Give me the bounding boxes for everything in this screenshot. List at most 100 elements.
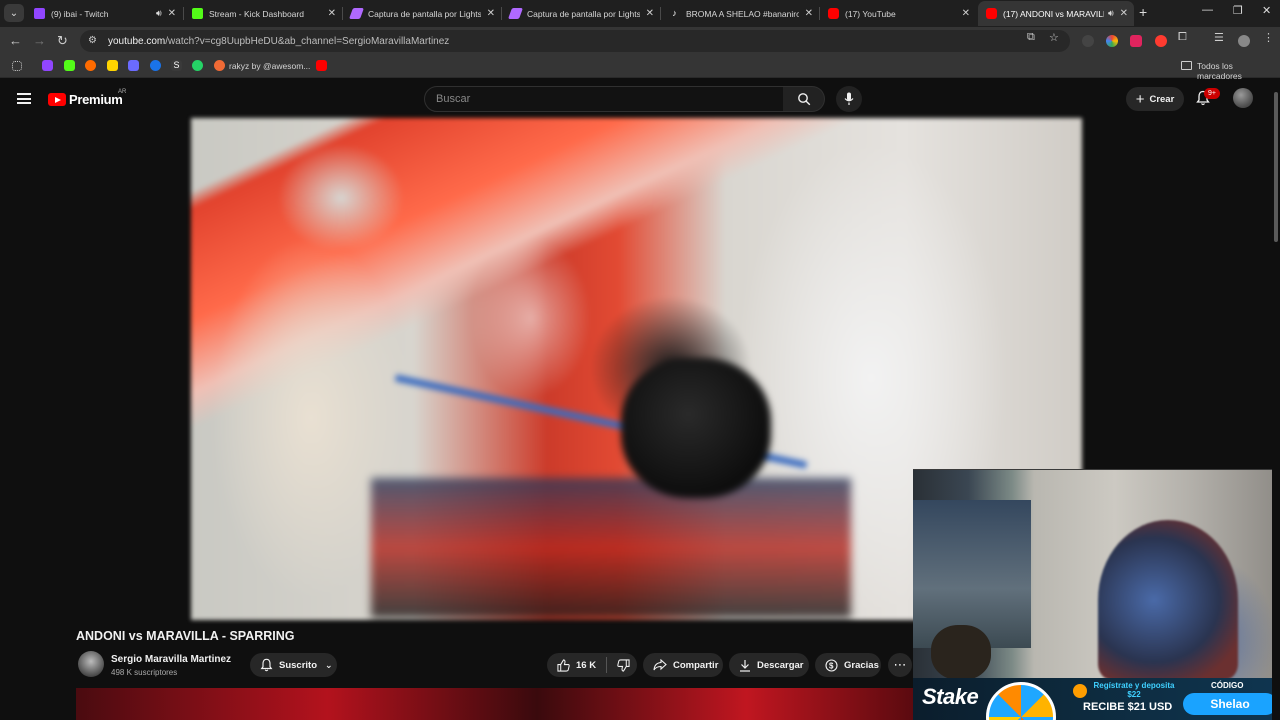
tab-title: Stream - Kick Dashboard [209, 8, 304, 19]
extension-icon[interactable] [1106, 35, 1118, 47]
download-button[interactable]: Descargar [729, 653, 809, 677]
window-close-button[interactable]: ✕ [1262, 4, 1271, 17]
youtube-logo[interactable]: Premium [48, 92, 123, 107]
menu-icon[interactable] [17, 93, 31, 104]
tab-search-button[interactable]: ⌄ [4, 4, 24, 22]
site-info-icon[interactable]: ⚙︎ [88, 35, 100, 47]
like-divider [606, 657, 608, 673]
country-code: AR [118, 89, 127, 95]
plus-icon: + [1135, 90, 1145, 108]
tab-kick[interactable]: Stream - Kick Dashboard ✕ [184, 1, 342, 26]
bookmark-icon[interactable] [107, 60, 118, 71]
new-tab-button[interactable]: + [1139, 4, 1147, 20]
bookmark-icon[interactable] [128, 60, 139, 71]
close-icon[interactable]: ✕ [646, 8, 654, 19]
webcam-dog [931, 625, 991, 678]
page-scrollbar[interactable] [1272, 80, 1280, 720]
microphone-icon [844, 92, 854, 105]
extension-icon[interactable] [1130, 35, 1142, 47]
tab-youtube[interactable]: (17) YouTube ✕ [820, 1, 976, 26]
more-actions-button[interactable]: ⋯ [888, 653, 912, 677]
share-button[interactable]: Compartir [643, 653, 723, 677]
thumbs-up-icon[interactable] [557, 658, 570, 672]
twitch-bookmark-icon[interactable] [42, 60, 53, 71]
search-input[interactable]: Buscar [424, 86, 784, 112]
video-frame-boxing-glove [621, 358, 771, 498]
back-arrow-icon[interactable]: ← [9, 33, 22, 48]
bookmark-icon[interactable] [85, 60, 96, 71]
apps-grid-icon[interactable] [12, 61, 22, 71]
bell-icon [260, 658, 273, 672]
close-icon[interactable]: ✕ [805, 8, 813, 19]
svg-text:$: $ [829, 661, 834, 670]
bookmark-icon[interactable] [214, 60, 225, 71]
channel-name[interactable]: Sergio Maravilla Martinez [111, 654, 231, 665]
tab-title: (9) ibai - Twitch [51, 8, 109, 19]
all-bookmarks-link[interactable]: Todos los marcadores [1197, 61, 1280, 81]
forward-arrow-icon[interactable]: → [33, 33, 46, 48]
youtube-bookmark-icon[interactable] [316, 60, 327, 71]
description-preview[interactable] [76, 688, 914, 720]
prize-wheel-graphic [986, 682, 1056, 720]
tab-lightshot-1[interactable]: Captura de pantalla por Lightshot ✕ [343, 1, 501, 26]
whatsapp-bookmark-icon[interactable] [192, 60, 203, 71]
promo-code-label: CÓDIGO [1211, 681, 1244, 690]
close-icon[interactable]: ✕ [1120, 8, 1128, 19]
voice-search-button[interactable] [836, 86, 862, 112]
thanks-icon: $ [825, 658, 838, 672]
thanks-button[interactable]: $ Gracias [815, 653, 881, 677]
twitch-icon [34, 8, 45, 19]
close-icon[interactable]: ✕ [487, 8, 495, 19]
extensions-puzzle-icon[interactable]: ⧠ [1178, 31, 1187, 44]
bookmark-label[interactable]: rakyz by @awesom... [229, 61, 310, 71]
kick-bookmark-icon[interactable] [64, 60, 75, 71]
reload-icon[interactable]: ↻ [57, 33, 68, 49]
close-icon[interactable]: ✕ [962, 8, 970, 19]
create-button[interactable]: + Crear [1126, 87, 1184, 111]
chrome-menu-icon[interactable]: ⋮ [1263, 31, 1274, 44]
folder-icon[interactable] [1181, 61, 1192, 70]
install-app-icon[interactable]: ⧉ [1027, 31, 1035, 44]
promo-code-value: Shelao [1183, 693, 1277, 715]
thumbs-down-icon[interactable] [617, 658, 630, 672]
subscribe-label: Suscrito [279, 659, 318, 671]
tab-title: (17) YouTube [845, 8, 896, 19]
notifications-badge: 9+ [1204, 88, 1220, 99]
tab-title: Captura de pantalla por Lightshot [368, 8, 481, 19]
browser-tab-strip: ⌄ (9) ibai - Twitch 🔊︎ ✕ Stream - Kick D… [0, 0, 1280, 27]
bookmark-icon[interactable] [150, 60, 161, 71]
speaker-icon[interactable]: 🔊︎ [156, 8, 162, 19]
minimize-button[interactable]: — [1202, 4, 1213, 16]
close-icon[interactable]: ✕ [328, 8, 336, 19]
extension-icon[interactable] [1082, 35, 1094, 47]
kick-icon [192, 8, 203, 19]
share-label: Compartir [673, 659, 719, 671]
search-button[interactable] [783, 86, 825, 112]
youtube-icon [986, 8, 997, 19]
close-icon[interactable]: ✕ [168, 8, 176, 19]
bookmark-icon[interactable]: S [171, 60, 182, 71]
bookmark-star-icon[interactable]: ☆ [1049, 31, 1059, 44]
promo-amount: RECIBE $21 USD [1083, 701, 1173, 713]
tab-twitch[interactable]: (9) ibai - Twitch 🔊︎ ✕ [26, 1, 182, 26]
like-count[interactable]: 16 K [576, 660, 596, 671]
youtube-masthead: Premium AR Buscar + Crear 9+ [0, 80, 1280, 118]
address-bar[interactable]: ⚙︎ youtube.com/watch?v=cg8UupbHeDU&ab_ch… [80, 30, 1070, 52]
subscribed-button[interactable]: Suscrito ⌄ [250, 653, 337, 677]
account-avatar[interactable] [1233, 88, 1253, 108]
restore-button[interactable]: ❐ [1233, 4, 1243, 17]
profile-avatar[interactable] [1238, 35, 1250, 47]
tab-tiktok[interactable]: ♪ BROMA A SHELAO #bananirou ✕ [661, 1, 819, 26]
channel-avatar[interactable] [78, 651, 104, 677]
promo-text: Regístrate y deposita $22 [1093, 681, 1175, 699]
extension-icon[interactable] [1155, 35, 1167, 47]
media-controls-icon[interactable]: ☰ [1214, 31, 1224, 44]
lightshot-icon [507, 8, 524, 19]
tab-youtube-video-active[interactable]: (17) ANDONI vs MARAVILLA 🔊︎ ✕ [978, 1, 1134, 26]
bookmarks-bar: S rakyz by @awesom... Todos los marcador… [0, 55, 1280, 81]
speaker-icon[interactable]: 🔊︎ [1108, 8, 1114, 19]
tab-lightshot-2[interactable]: Captura de pantalla por Lightshot ✕ [502, 1, 660, 26]
stake-logo: Stake [922, 684, 979, 709]
scrollbar-thumb[interactable] [1274, 92, 1278, 242]
lightshot-icon [348, 8, 365, 19]
